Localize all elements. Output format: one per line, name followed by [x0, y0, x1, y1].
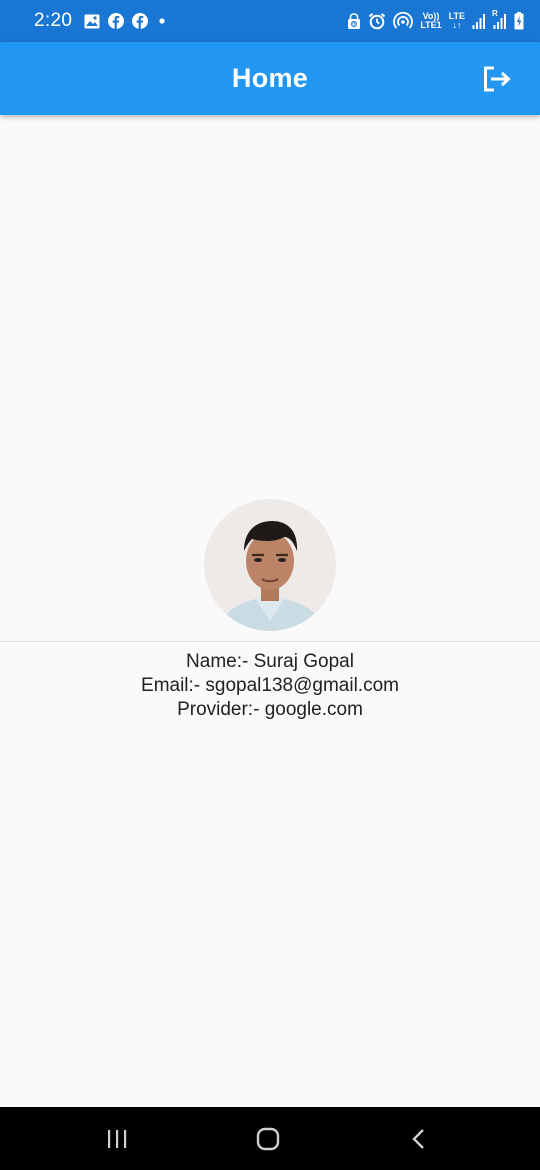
status-time: 2:20 — [34, 10, 73, 31]
facebook-icon — [132, 13, 149, 29]
back-icon — [407, 1127, 431, 1151]
image-icon — [84, 14, 100, 29]
name-text: Name:- Suraj Gopal — [186, 651, 354, 672]
page-title: Home — [231, 63, 309, 93]
status-right: Vo)) LTE1 LTE ↓↑ R — [347, 9, 524, 30]
hotspot-icon — [393, 12, 414, 30]
avatar-photo — [204, 499, 336, 631]
email-text: Email:- sgopal138@gmail.com — [141, 675, 399, 696]
status-bar: 2:20 Vo)) LTE1 LTE ↓↑ R — [0, 0, 540, 42]
lte-indicator: LTE ↓↑ — [449, 12, 465, 30]
logout-icon — [482, 65, 512, 93]
app-bar: Home — [0, 42, 540, 115]
volte-bottom-text: LTE1 — [420, 20, 442, 30]
recents-button[interactable] — [99, 1121, 135, 1157]
battery-charging-icon — [514, 12, 524, 30]
signal-icon: R — [492, 9, 507, 29]
lte-bottom-text: ↓↑ — [452, 20, 462, 30]
facebook-icon — [108, 13, 125, 29]
avatar — [204, 499, 336, 631]
alarm-lock-icon — [347, 12, 361, 30]
logout-button[interactable] — [480, 62, 514, 96]
status-left: 2:20 — [34, 10, 168, 32]
back-button[interactable] — [401, 1121, 437, 1157]
dot-icon — [156, 15, 168, 27]
profile-info: Name:- Suraj Gopal Email:- sgopal138@gma… — [0, 650, 540, 722]
alarm-clock-icon — [368, 12, 386, 30]
recents-icon — [105, 1127, 129, 1151]
navigation-bar — [0, 1107, 540, 1170]
home-icon — [255, 1126, 281, 1152]
provider-text: Provider:- google.com — [177, 699, 363, 720]
home-button[interactable] — [250, 1121, 286, 1157]
sim2-roaming-label: R — [492, 9, 498, 18]
volte-indicator: Vo)) LTE1 — [420, 12, 441, 30]
divider — [0, 641, 540, 642]
signal-icon — [472, 13, 486, 29]
